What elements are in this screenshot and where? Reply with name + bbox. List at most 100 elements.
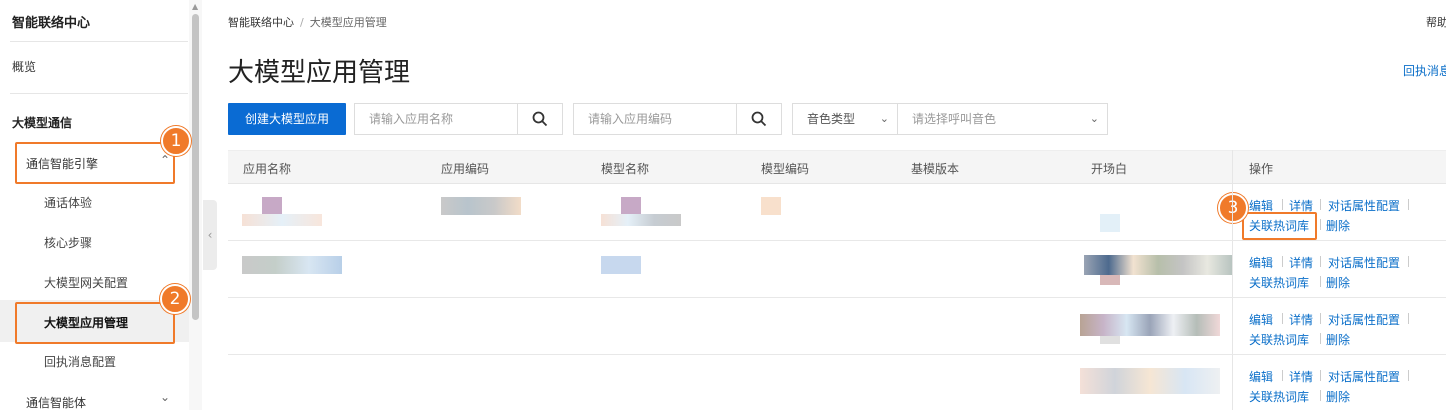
divider [1320,333,1321,344]
detail-link[interactable]: 详情 [1289,368,1313,385]
redacted-cell [1100,214,1120,232]
app-name-input[interactable]: 请输入应用名称 [354,103,518,135]
app-name-search-button[interactable] [517,103,563,135]
redacted-cell [242,214,322,226]
column-header-model-code: 模型编码 [761,162,810,176]
redacted-cell [1100,336,1120,344]
dialog-attr-config-link[interactable]: 对话属性配置 [1328,368,1400,385]
sidebar-item-receipt-config[interactable]: 回执消息配置 [44,353,116,370]
sidebar-item-core-steps[interactable]: 核心步骤 [44,234,92,251]
divider [1408,313,1409,324]
column-header-model-name: 模型名称 [601,162,650,176]
row-divider [228,240,1446,241]
voice-type-select[interactable]: 音色类型 ⌄ [792,103,898,135]
redacted-cell [601,214,681,226]
redacted-cell [761,197,781,215]
collapse-sidebar-handle[interactable]: ‹ [203,200,217,270]
row-divider [228,354,1446,355]
help-link[interactable]: 帮助 [1426,14,1446,30]
divider [1320,256,1321,267]
annotation-box-2 [15,302,175,344]
sidebar-item-gateway-config[interactable]: 大模型网关配置 [44,274,128,291]
voice-type-label: 音色类型 [807,112,856,126]
redacted-cell [621,197,641,215]
chevron-down-icon: ⌄ [1089,112,1099,125]
divider [1320,313,1321,324]
app-root: 智能联络中心 概览 大模型通信 通信智能引擎 ⌃ 通话体验 核心步骤 大模型网关… [0,0,1446,410]
dialog-attr-config-link[interactable]: 对话属性配置 [1328,311,1400,328]
redacted-cell [242,256,342,274]
edit-link[interactable]: 编辑 [1249,311,1273,328]
annotation-badge-2: 2 [160,284,190,314]
divider [1282,370,1283,381]
redacted-cell [1080,314,1220,336]
hotword-link[interactable]: 关联热词库 [1249,388,1309,405]
chevron-left-icon: ‹ [207,228,213,242]
column-header-base-version: 基模版本 [911,162,960,176]
divider [1282,256,1283,267]
delete-link[interactable]: 删除 [1326,388,1350,405]
redacted-cell [1080,368,1220,394]
sidebar-section-llm: 大模型通信 [12,116,73,130]
page-title: 大模型应用管理 [228,58,411,88]
breadcrumb-root[interactable]: 智能联络中心 [228,16,294,29]
redacted-cell [601,256,641,274]
redacted-cell [441,197,521,215]
detail-link[interactable]: 详情 [1289,254,1313,271]
sidebar-group-agent[interactable]: 通信智能体 [26,394,86,410]
sidebar: 智能联络中心 概览 大模型通信 通信智能引擎 ⌃ 通话体验 核心步骤 大模型网关… [0,0,202,410]
divider [1408,256,1409,267]
hotword-link[interactable]: 关联热词库 [1249,217,1309,234]
hotword-link[interactable]: 关联热词库 [1249,331,1309,348]
breadcrumb-current: 大模型应用管理 [309,16,387,29]
column-header-opening: 开场白 [1091,162,1128,176]
column-header-actions: 操作 [1249,162,1274,176]
divider [1408,370,1409,381]
voice-select[interactable]: 请选择呼叫音色 ⌄ [897,103,1108,135]
actions-column-divider [1232,150,1233,410]
divider [1320,219,1321,230]
table-header: 应用名称 应用编码 模型名称 模型编码 基模版本 开场白 操作 [228,150,1446,184]
scrollbar-thumb[interactable] [192,14,199,320]
app-code-search-button[interactable] [736,103,782,135]
edit-link[interactable]: 编辑 [1249,368,1273,385]
redacted-cell [262,197,282,215]
chevron-down-icon[interactable]: ⌄ [160,390,170,404]
scroll-up-icon[interactable]: ▲ [192,2,198,11]
column-header-app-name: 应用名称 [243,162,292,176]
sidebar-title: 智能联络中心 [12,16,91,31]
breadcrumb: 智能联络中心 / 大模型应用管理 [228,14,387,30]
annotation-badge-3: 3 [1218,193,1248,223]
annotation-box-1 [15,142,175,184]
divider [10,41,188,42]
app-code-input[interactable]: 请输入应用编码 [573,103,737,135]
edit-link[interactable]: 编辑 [1249,254,1273,271]
delete-link[interactable]: 删除 [1326,217,1350,234]
breadcrumb-separator: / [300,16,304,29]
column-header-app-code: 应用编码 [441,162,490,176]
divider [1408,199,1409,210]
create-app-button[interactable]: 创建大模型应用 [228,103,346,135]
divider [1320,276,1321,287]
delete-link[interactable]: 删除 [1326,274,1350,291]
redacted-cell [1084,255,1232,275]
receipt-message-link[interactable]: 回执消息 [1403,62,1446,79]
hotword-link[interactable]: 关联热词库 [1249,274,1309,291]
voice-select-placeholder: 请选择呼叫音色 [912,112,997,126]
sidebar-item-overview[interactable]: 概览 [12,58,36,75]
search-icon [532,111,548,127]
redacted-cell [1100,275,1120,285]
detail-link[interactable]: 详情 [1289,311,1313,328]
dialog-attr-config-link[interactable]: 对话属性配置 [1328,197,1400,214]
annotation-badge-1: 1 [161,126,191,156]
edit-link[interactable]: 编辑 [1249,197,1273,214]
detail-link[interactable]: 详情 [1289,197,1313,214]
sidebar-item-call-experience[interactable]: 通话体验 [44,194,92,211]
row-divider [228,297,1446,298]
divider [10,93,188,94]
chevron-down-icon: ⌄ [879,112,889,125]
dialog-attr-config-link[interactable]: 对话属性配置 [1328,254,1400,271]
divider [1320,370,1321,381]
delete-link[interactable]: 删除 [1326,331,1350,348]
divider [1320,390,1321,401]
